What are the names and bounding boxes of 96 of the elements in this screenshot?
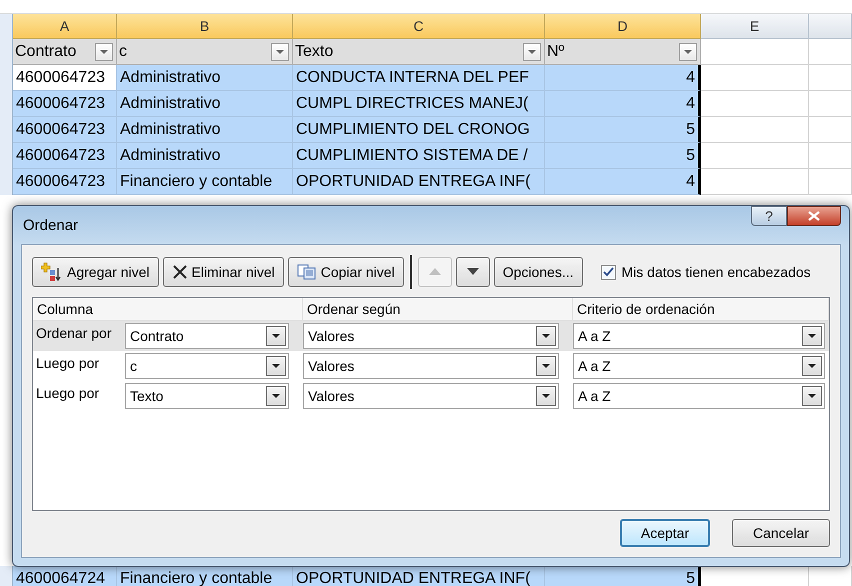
headers-checkbox[interactable]: Mis datos tienen encabezados xyxy=(600,264,811,280)
table-cell: 5 xyxy=(545,566,701,586)
table-cell: 5 xyxy=(545,117,701,143)
copy-level-button[interactable]: Copiar nivel xyxy=(288,257,404,287)
dropdown-arrow-icon xyxy=(527,48,537,54)
dropdown[interactable]: A a Z xyxy=(573,383,825,409)
table-cell: OPORTUNIDAD ENTREGA INF( xyxy=(293,566,545,586)
dropdown-arrow-icon xyxy=(683,48,693,54)
table-cell: 4600064723 xyxy=(13,117,117,143)
dropdown-arrow-icon xyxy=(807,333,817,339)
header-text: Contrato xyxy=(15,42,76,60)
dropdown[interactable]: Valores xyxy=(303,383,559,409)
table-cell: CONDUCTA INTERNA DEL PEF xyxy=(293,65,545,91)
header-text: c xyxy=(119,42,127,60)
copy-icon xyxy=(296,264,317,280)
table-cell xyxy=(809,65,852,91)
column-header[interactable] xyxy=(809,14,852,39)
sort-add-icon xyxy=(41,262,63,282)
table-cell: CUMPLIMIENTO SISTEMA DE / xyxy=(293,143,545,169)
dropdown-arrow-icon xyxy=(275,48,285,54)
dropdown-arrow-icon xyxy=(807,393,817,399)
table-cell: 4600064723 xyxy=(13,143,117,169)
table-cell: CUMPLIMIENTO DEL CRONOG xyxy=(293,117,545,143)
dropdown-arrow-icon xyxy=(541,363,551,369)
table-cell xyxy=(809,39,852,65)
dropdown[interactable]: Contrato xyxy=(125,323,289,349)
table-cell: Financiero y contable xyxy=(117,169,293,195)
sort-level-row[interactable]: Luego por Texto Valores A a Z xyxy=(33,381,829,411)
sort-level-row[interactable]: Luego por c Valores A a Z xyxy=(33,351,829,381)
table-cell: Administrativo xyxy=(117,143,293,169)
dropdown[interactable]: A a Z xyxy=(573,353,825,379)
table-cell: 4600064724 xyxy=(13,566,117,586)
list-column-header: Columna xyxy=(33,298,303,320)
list-column-header: Ordenar según xyxy=(303,298,573,320)
dialog-title: Ordenar xyxy=(22,216,78,234)
dropdown-arrow-icon xyxy=(541,393,551,399)
column-header[interactable]: A xyxy=(13,14,117,39)
column-header[interactable]: E xyxy=(701,14,809,39)
up-triangle-icon xyxy=(428,267,442,277)
table-cell: OPORTUNIDAD ENTREGA INF( xyxy=(293,169,545,195)
cancel-button[interactable]: Cancelar xyxy=(732,519,830,547)
row-header[interactable] xyxy=(0,169,13,195)
table-cell xyxy=(809,91,852,117)
table-cell: 4600064723 xyxy=(13,169,117,195)
dropdown[interactable]: Valores xyxy=(303,323,559,349)
table-cell: 4600064723 xyxy=(13,65,117,91)
table-cell: Financiero y contable xyxy=(117,566,293,586)
table-cell: 4 xyxy=(545,91,701,117)
table-cell: 4 xyxy=(545,65,701,91)
dropdown[interactable]: Valores xyxy=(303,353,559,379)
add-level-button[interactable]: Agregar nivel xyxy=(32,257,158,287)
table-cell xyxy=(809,143,852,169)
table-cell: CUMPL DIRECTRICES MANEJ( xyxy=(293,91,545,117)
row-header[interactable] xyxy=(0,566,13,586)
sort-level-row[interactable]: Ordenar por Contrato Valores A a Z xyxy=(33,321,829,351)
dropdown[interactable]: Texto xyxy=(125,383,289,409)
level-label: Ordenar por xyxy=(35,324,112,341)
dropdown-arrow-icon xyxy=(271,333,281,339)
dropdown-arrow-icon xyxy=(99,48,109,54)
help-button[interactable]: ? xyxy=(751,206,787,226)
options-button[interactable]: Opciones... xyxy=(494,257,583,287)
dropdown-arrow-icon xyxy=(807,363,817,369)
table-cell xyxy=(809,169,852,195)
column-header[interactable]: C xyxy=(293,14,545,39)
dropdown-arrow-icon xyxy=(271,363,281,369)
table-cell: Administrativo xyxy=(117,65,293,91)
table-cell: Administrativo xyxy=(117,91,293,117)
dropdown[interactable]: c xyxy=(125,353,289,379)
level-label: Luego por xyxy=(35,384,100,401)
list-column-header: Criterio de ordenación xyxy=(573,298,829,320)
close-icon xyxy=(172,264,188,280)
level-label: Luego por xyxy=(35,354,100,371)
dropdown-arrow-icon xyxy=(271,393,281,399)
delete-level-button[interactable]: Eliminar nivel xyxy=(162,257,284,287)
table-cell: 5 xyxy=(545,143,701,169)
close-button[interactable] xyxy=(787,206,841,226)
table-cell: 4600064723 xyxy=(13,91,117,117)
table-cell xyxy=(809,117,852,143)
check-icon xyxy=(602,267,614,277)
column-header[interactable]: B xyxy=(117,14,293,39)
filter-button[interactable] xyxy=(95,42,113,60)
table-cell: 4 xyxy=(545,169,701,195)
header-text: Texto xyxy=(295,42,334,60)
move-down-button[interactable] xyxy=(456,257,490,287)
filter-button[interactable] xyxy=(523,42,541,60)
dropdown[interactable]: A a Z xyxy=(573,323,825,349)
filter-button[interactable] xyxy=(271,42,289,60)
close-icon xyxy=(808,211,820,221)
ok-button[interactable]: Aceptar xyxy=(620,519,710,547)
dropdown-arrow-icon xyxy=(541,333,551,339)
down-triangle-icon xyxy=(466,267,480,277)
header-text: Nº xyxy=(547,42,564,60)
filter-button[interactable] xyxy=(679,42,697,60)
table-cell: Administrativo xyxy=(117,117,293,143)
column-header[interactable]: D xyxy=(545,14,701,39)
select-all-corner[interactable] xyxy=(0,14,13,39)
